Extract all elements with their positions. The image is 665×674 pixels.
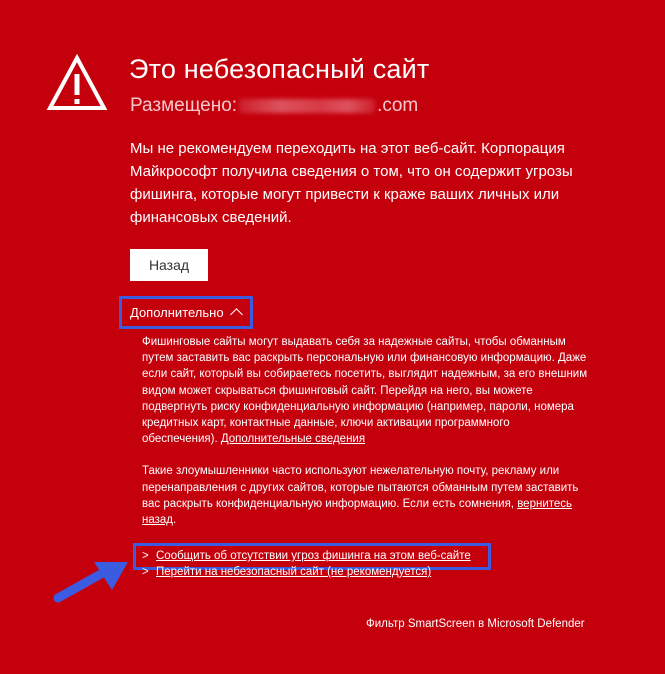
hosted-domain-suffix: .com [377, 95, 419, 116]
page-title: Это небезопасный сайт [129, 54, 430, 84]
caret-icon: > [142, 550, 149, 562]
details-paragraph-2-text: Такие злоумышленники часто используют не… [142, 465, 579, 510]
caret-icon: > [142, 566, 149, 578]
details-paragraph-2: Такие злоумышленники часто используют не… [142, 463, 588, 528]
warning-description: Мы не рекомендуем переходить на этот веб… [130, 140, 573, 226]
action-links: > Сообщить об отсутствии угроз фишинга на… [142, 548, 471, 580]
proceed-unsafe-row: > Перейти на небезопасный сайт (не рекоме… [142, 564, 471, 580]
warning-triangle-icon [46, 54, 108, 110]
chevron-up-icon [229, 308, 243, 321]
hosted-line: Размещено: .com [130, 95, 418, 117]
details-paragraph-1: Фишинговые сайты могут выдавать себя за … [142, 334, 588, 447]
hosted-label: Размещено: [130, 95, 238, 116]
report-safe-row: > Сообщить об отсутствии угроз фишинга на… [142, 548, 471, 564]
proceed-unsafe-link[interactable]: Перейти на небезопасный сайт (не рекомен… [156, 566, 431, 578]
advanced-toggle-label: Дополнительно [130, 305, 224, 320]
footer-text: Фильтр SmartScreen в Microsoft Defender [366, 618, 585, 630]
advanced-toggle[interactable]: Дополнительно [130, 305, 243, 321]
more-info-link[interactable]: Дополнительные сведения [221, 433, 365, 445]
report-safe-link[interactable]: Сообщить об отсутствии угроз фишинга на … [156, 550, 471, 562]
blurred-domain [239, 98, 376, 113]
back-button[interactable]: Назад [130, 249, 208, 281]
details-paragraph-2-end: . [173, 514, 177, 527]
arrow-icon [53, 562, 128, 603]
advanced-details: Фишинговые сайты могут выдавать себя за … [142, 334, 588, 528]
details-paragraph-1-text: Фишинговые сайты могут выдавать себя за … [142, 336, 588, 446]
